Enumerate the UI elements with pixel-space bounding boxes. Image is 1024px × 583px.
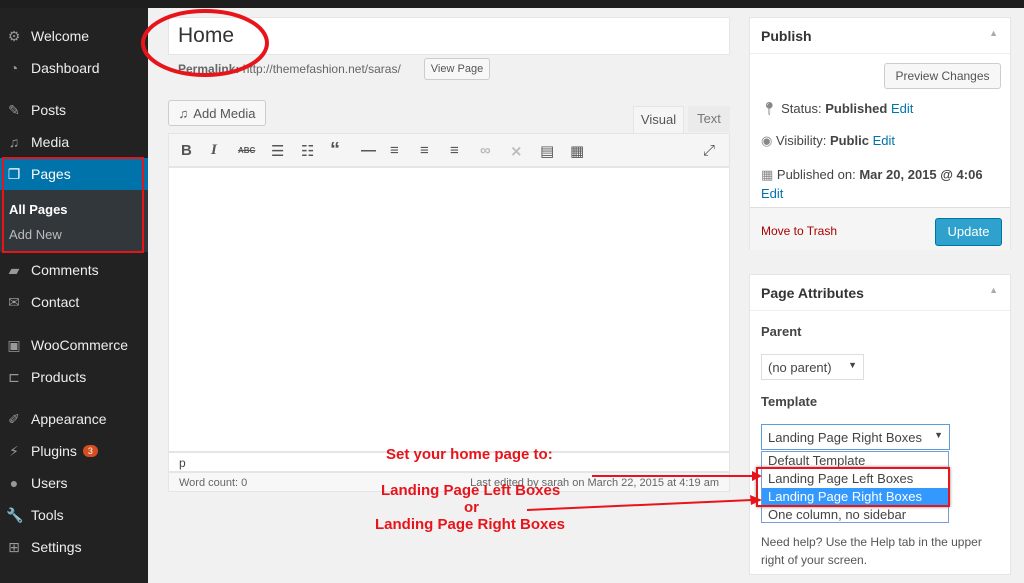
arrowhead-icon [752,471,762,481]
annotation-line3: or [464,499,479,516]
annotation-line1: Set your home page to: [386,446,553,463]
annotation-line4: Landing Page Right Boxes [375,516,566,533]
annotation-line2: Landing Page Left Boxes [381,482,561,499]
arrowhead-icon [750,495,762,505]
arrow-right-boxes [526,499,753,511]
title-highlight-ellipse [141,9,269,77]
